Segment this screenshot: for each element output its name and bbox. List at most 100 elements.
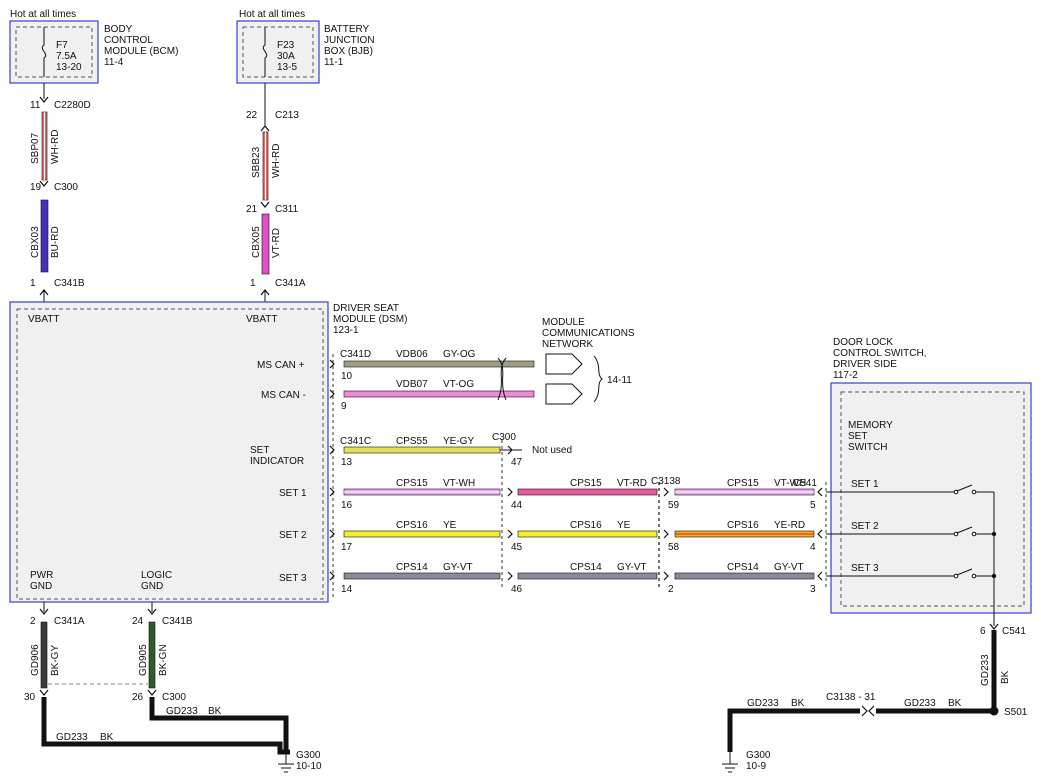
switch2-contact-b xyxy=(971,531,977,537)
connector-c300-top-icon xyxy=(39,180,49,187)
c300-left-pin: 19 xyxy=(30,182,42,193)
hot-at-all-times-left: Hot at all times xyxy=(10,9,76,20)
set3-c300-connector-icon xyxy=(507,571,513,581)
set2-c541-pin: 4 xyxy=(810,542,816,553)
set3-c541-pin: 3 xyxy=(810,584,816,595)
wiring-diagram: Hot at all times F7 7.5A 13-20 BODY CONT… xyxy=(9,9,1032,773)
fuse-f23-line-1: F23 xyxy=(277,40,295,51)
dsm-ms-can-hi: MS CAN + xyxy=(257,360,305,371)
dsm-set-indicator-2: INDICATOR xyxy=(250,456,304,467)
c300-pin30-icon xyxy=(39,689,49,696)
c341d-label: C341D xyxy=(340,349,371,360)
vdb06-circuit: VDB06 xyxy=(396,349,428,360)
c541-label: C541 xyxy=(793,478,817,489)
set3-dsm-pin: 14 xyxy=(341,584,353,595)
set2-seg2-color: YE xyxy=(617,520,631,531)
wire-cbx05 xyxy=(261,213,270,275)
dsm-set2: SET 2 xyxy=(279,530,307,541)
dsm-title-3: 123-1 xyxy=(333,325,359,336)
dsm-title-1: DRIVER SEAT xyxy=(333,303,399,314)
switch1-label: SET 1 xyxy=(851,479,879,490)
bjb-title-1: BATTERY xyxy=(324,24,370,35)
c300-mid-label: C300 xyxy=(492,432,516,443)
set3-seg2-color: GY-VT xyxy=(617,562,647,573)
can-lo-pin: 9 xyxy=(341,401,347,412)
c3138-inline-icon xyxy=(861,705,875,717)
gd233-right-color: BK xyxy=(948,698,962,709)
set2-seg1-color: YE xyxy=(443,520,457,531)
bcm-box xyxy=(9,20,99,84)
c311-pin: 21 xyxy=(246,204,258,215)
set3-c3138-connector-icon xyxy=(663,571,669,581)
gd233-left-color: BK xyxy=(791,698,805,709)
logic-c300-pin: 26 xyxy=(132,692,144,703)
g300-left-ref: 10-10 xyxy=(296,761,322,772)
set-indicator-pin: 13 xyxy=(341,457,353,468)
gd233-right-circuit: GD233 xyxy=(904,698,936,709)
cbx03-circuit: CBX03 xyxy=(30,226,41,258)
c300-pin47: 47 xyxy=(511,457,523,468)
set1-c300-pin: 44 xyxy=(511,500,523,511)
c541-bottom-pin: 6 xyxy=(980,626,986,637)
set1-seg1-color: VT-WH xyxy=(443,478,475,489)
wire-gd233-left xyxy=(727,708,860,752)
c300-pin26-icon xyxy=(147,689,157,696)
set1-c541-pin: 5 xyxy=(810,500,816,511)
network-arrow-hi-icon xyxy=(545,353,583,375)
gd233-run2-color: BK xyxy=(208,706,222,717)
set1-c300-connector-icon xyxy=(507,487,513,497)
set3-c3138-pin: 2 xyxy=(668,584,674,595)
gd233-left-circuit: GD233 xyxy=(747,698,779,709)
fuse-f23-line-2: 30A xyxy=(277,51,295,62)
set1-seg2-color: VT-RD xyxy=(617,478,647,489)
set1-c3138-connector-icon xyxy=(663,487,669,497)
gd233-run1-circuit: GD233 xyxy=(56,732,88,743)
memory-title-3: SWITCH xyxy=(848,442,887,453)
bjb-title-4: 11-1 xyxy=(324,57,344,68)
gd233-vert-color: BK xyxy=(1000,670,1011,684)
dsm-set3: SET 3 xyxy=(279,573,307,584)
set1-seg1-circuit: CPS15 xyxy=(396,478,428,489)
fuse-f7-line-2: 7.5A xyxy=(56,51,77,62)
memory-title-2: SET xyxy=(848,431,867,442)
cbx05-circuit: CBX05 xyxy=(251,226,262,258)
c2280d-pin: 11 xyxy=(30,100,41,111)
bcm-title-1: BODY xyxy=(104,24,133,35)
set3-seg2-circuit: CPS14 xyxy=(570,562,602,573)
set2-wire-seg2 xyxy=(517,530,658,538)
g300-right-label: G300 xyxy=(746,750,771,761)
vdb07-circuit: VDB07 xyxy=(396,379,428,390)
dsm-ms-can-lo: MS CAN - xyxy=(261,390,306,401)
hot-at-all-times-right: Hot at all times xyxy=(239,9,305,20)
memory-title-1: MEMORY xyxy=(848,420,893,431)
c2280d-label: C2280D xyxy=(54,100,91,111)
set2-c3138-connector-icon xyxy=(663,529,669,539)
switch2-label: SET 2 xyxy=(851,521,879,532)
set1-c3138-pin: 59 xyxy=(668,500,680,511)
connector-c213-icon xyxy=(260,125,270,132)
wire-cps55 xyxy=(343,446,501,454)
dsm-pwr-gnd-2: GND xyxy=(30,581,52,592)
set-rows: CPS15 VT-WH CPS15 VT-RD CPS15 VT-WH16 44 59 5CPS… xyxy=(329,478,823,595)
logic-gnd-conn: C341B xyxy=(162,616,193,627)
wire-vdb07 xyxy=(343,390,535,398)
set2-dsm-pin: 17 xyxy=(341,542,353,553)
c341a-top-pin: 1 xyxy=(250,278,256,289)
c311-label: C311 xyxy=(275,204,299,215)
g300-left-label: G300 xyxy=(296,750,321,761)
cbx05-color: VT-RD xyxy=(271,228,282,258)
splice-s501-label: S501 xyxy=(1004,707,1028,718)
set2-c300-connector-icon xyxy=(507,529,513,539)
c341b-top-pin: 1 xyxy=(30,278,36,289)
set3-c300-pin: 46 xyxy=(511,584,523,595)
g300-right-ref: 10-9 xyxy=(746,761,766,772)
connector-c311-icon xyxy=(260,201,270,208)
sbp07-color: WH-RD xyxy=(50,130,61,164)
dsm-vbatt-left: VBATT xyxy=(28,314,59,325)
pwr-gnd-pin: 2 xyxy=(30,616,36,627)
network-brace-icon xyxy=(593,355,603,403)
set3-c541-connector-icon xyxy=(817,571,823,581)
cps55-color: YE-GY xyxy=(443,436,474,447)
switch1-contact-b xyxy=(971,489,977,495)
gd906-color: BK-GY xyxy=(50,645,61,676)
